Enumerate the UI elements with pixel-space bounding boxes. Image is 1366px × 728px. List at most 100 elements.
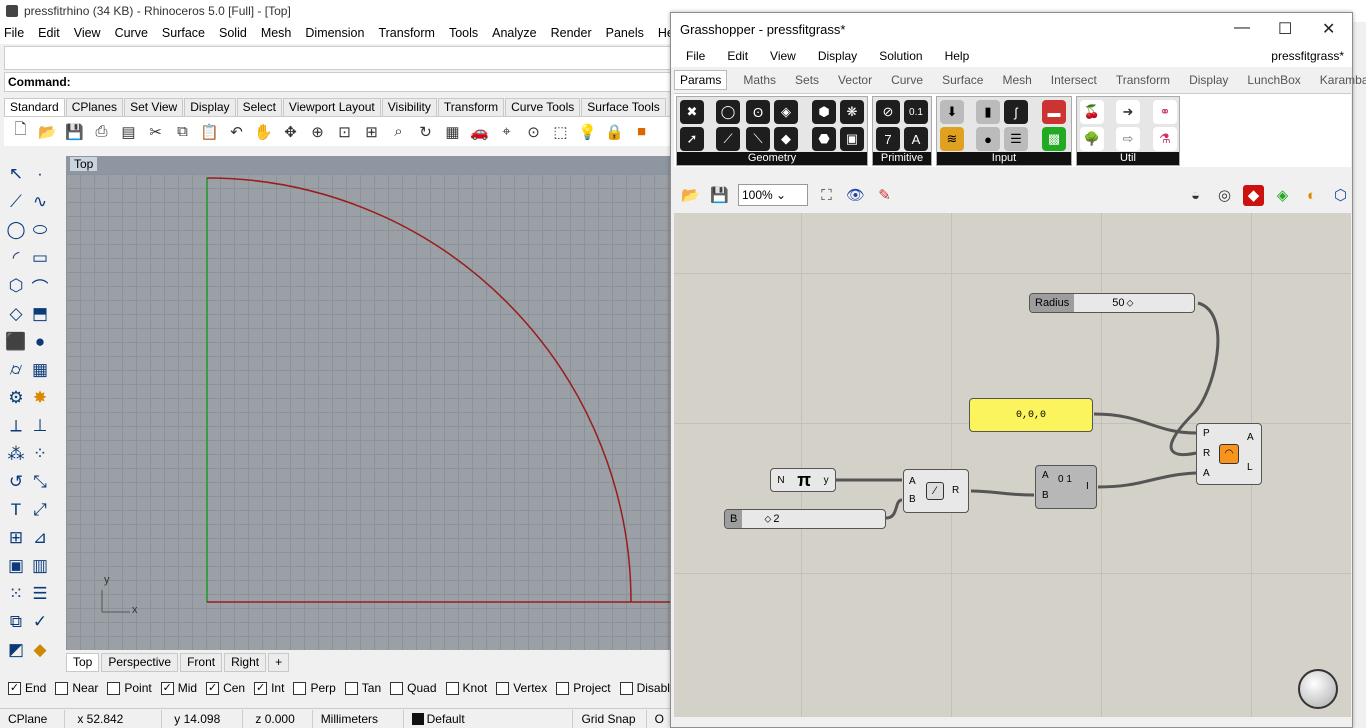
osnap-end-checkbox[interactable]: ✓ [8, 681, 21, 695]
param-curve-icon[interactable]: ʘ [746, 100, 770, 124]
osnap-project-checkbox[interactable] [556, 681, 570, 695]
osnap-cen-checkbox[interactable]: ✓ [206, 681, 220, 695]
print-icon[interactable]: ⎙ [91, 121, 112, 142]
util-tree-icon[interactable]: 🌳 [1080, 127, 1104, 151]
split-icon[interactable]: ⊥ [28, 414, 52, 438]
osnap-knot-checkbox[interactable] [445, 681, 459, 695]
param-point-icon[interactable]: ⬣ [812, 127, 836, 151]
viewport-layout-icon[interactable]: ▦ [442, 121, 463, 142]
input-slider-icon[interactable]: ▬ [1042, 100, 1066, 124]
hatch-icon[interactable]: ▥ [28, 554, 52, 578]
tab-transform[interactable]: Transform [437, 98, 505, 116]
arc-component[interactable]: P R A ◠ A L [1196, 423, 1262, 485]
mesh-quality-icon[interactable]: ◐ [1301, 185, 1322, 206]
menu-mesh[interactable]: Mesh [261, 26, 292, 40]
zoom-extents-icon[interactable]: ⛶ [816, 185, 837, 206]
osnap-quad-checkbox[interactable] [390, 681, 404, 695]
param-mesh-icon[interactable]: ❋ [840, 100, 864, 124]
pi-component[interactable]: N π y [770, 468, 836, 492]
display-mode-icon[interactable]: ⬡ [1330, 185, 1351, 206]
param-surface-icon[interactable]: ◈ [774, 100, 798, 124]
menu-view[interactable]: View [74, 26, 101, 40]
cplane-icon[interactable]: ⌖ [496, 121, 517, 142]
param-number-icon[interactable]: 0.1 [904, 100, 928, 124]
domain-component[interactable]: A B 0 1 I [1035, 465, 1097, 509]
extrude-icon[interactable]: ⬒ [28, 302, 52, 326]
dimension-icon[interactable]: ⤢ [28, 498, 52, 522]
input-import-icon[interactable]: ⬇ [940, 100, 964, 124]
solid-box-icon[interactable]: ▣ [4, 554, 28, 578]
osnap-point[interactable]: Point [107, 681, 152, 695]
osnap-near[interactable]: Near [55, 681, 98, 695]
util-arrow-icon[interactable]: ➜ [1116, 100, 1140, 124]
util-flask-icon[interactable]: ⚗ [1153, 127, 1177, 151]
curve-icon[interactable]: ∿ [28, 190, 52, 214]
sketch-icon[interactable]: ✎ [874, 185, 895, 206]
gh-tab-sets[interactable]: Sets [792, 73, 822, 87]
osnap-perp-checkbox[interactable] [293, 681, 307, 695]
viewport-tab-top[interactable]: Top [66, 652, 100, 672]
zoom-extents-icon[interactable]: ⊞ [361, 121, 382, 142]
osnap-int-checkbox[interactable]: ✓ [254, 681, 268, 695]
viewport-title[interactable]: Top [70, 157, 98, 171]
polygon-icon[interactable]: ⬡ [4, 274, 28, 298]
select-arrow-icon[interactable]: ↖ [4, 162, 28, 186]
gh-menu-view[interactable]: View [770, 49, 796, 63]
param-text-icon[interactable]: A [904, 127, 928, 151]
gh-tab-surface[interactable]: Surface [939, 73, 986, 87]
tab-cplanes[interactable]: CPlanes [65, 98, 124, 116]
point-icon[interactable]: · [28, 162, 52, 186]
trim-icon[interactable]: ⟂ [4, 414, 28, 438]
tab-curve-tools[interactable]: Curve Tools [505, 98, 581, 116]
bake-icon[interactable]: ◈ [1272, 185, 1293, 206]
preview-eye-icon[interactable]: 👁 [845, 185, 866, 206]
gh-tab-params[interactable]: Params [674, 70, 728, 90]
viewport-tab-perspective[interactable]: Perspective [101, 652, 179, 672]
osnap-mid-checkbox[interactable]: ✓ [160, 681, 174, 695]
ellipse-icon[interactable]: ⬭ [28, 218, 52, 242]
param-vector-icon[interactable]: ➚ [680, 127, 704, 151]
tab-set-view[interactable]: Set View [124, 98, 184, 116]
save-icon[interactable]: 💾 [64, 121, 85, 142]
rotate-icon[interactable]: ↺ [4, 470, 28, 494]
param-line-icon[interactable]: ⟋ [716, 127, 740, 151]
car-icon[interactable]: 🚗 [469, 121, 490, 142]
division-component[interactable]: A B ⁄ R [903, 469, 969, 513]
b-slider[interactable]: B ⬦ 2 [724, 509, 886, 529]
fillet-icon[interactable]: ⌒ [28, 274, 52, 298]
render-icon[interactable]: ◆ [28, 638, 52, 662]
gh-tab-curve[interactable]: Curve [888, 73, 926, 87]
minimize-icon[interactable]: — [1234, 19, 1250, 37]
status-layer[interactable]: Default [404, 709, 574, 728]
select-filter-icon[interactable]: ⬚ [550, 121, 571, 142]
group-icon[interactable]: ⁂ [4, 442, 28, 466]
input-button-icon[interactable]: ● [976, 127, 1000, 151]
material-icon[interactable]: ■ [631, 121, 652, 142]
menu-dimension[interactable]: Dimension [305, 26, 364, 40]
box-icon[interactable]: ⬛ [4, 330, 28, 354]
zoom-selected-icon[interactable]: ⌕ [388, 121, 409, 142]
osnap-tan-checkbox[interactable] [344, 681, 358, 695]
panel-origin[interactable]: 0,0,0 [969, 398, 1093, 432]
selected-preview-icon[interactable]: ◆ [1243, 184, 1264, 206]
gh-canvas[interactable]: Radius 50 ⬦ 0,0,0 N π y B ⬦ 2 A B ⁄ R A … [674, 213, 1351, 717]
osnap-vertex[interactable]: Vertex [496, 681, 547, 695]
layer-icon[interactable]: ⧉ [4, 610, 28, 634]
text-icon[interactable]: T [4, 498, 28, 522]
grid-icon[interactable]: ⁙ [4, 582, 28, 606]
param-brep-icon[interactable]: ⬢ [812, 100, 836, 124]
osnap-quad[interactable]: Quad [390, 681, 437, 695]
gh-tab-vector[interactable]: Vector [835, 73, 875, 87]
zoom-icon[interactable]: ⊕ [307, 121, 328, 142]
gh-menu-display[interactable]: Display [818, 49, 857, 63]
input-palette-icon[interactable]: ▩ [1042, 127, 1066, 151]
radius-slider-value[interactable]: 50 [1112, 297, 1124, 309]
viewport-tab-right[interactable]: Right [224, 652, 267, 672]
osnap-cen[interactable]: ✓ Cen [206, 681, 245, 695]
command-history[interactable] [4, 46, 672, 70]
param-integer-icon[interactable]: 7 [876, 127, 900, 151]
menu-surface[interactable]: Surface [162, 26, 205, 40]
scale-icon[interactable]: ⤡ [28, 470, 52, 494]
light-bulb-icon[interactable]: 💡 [577, 121, 598, 142]
viewport-top[interactable]: y x [66, 174, 672, 650]
